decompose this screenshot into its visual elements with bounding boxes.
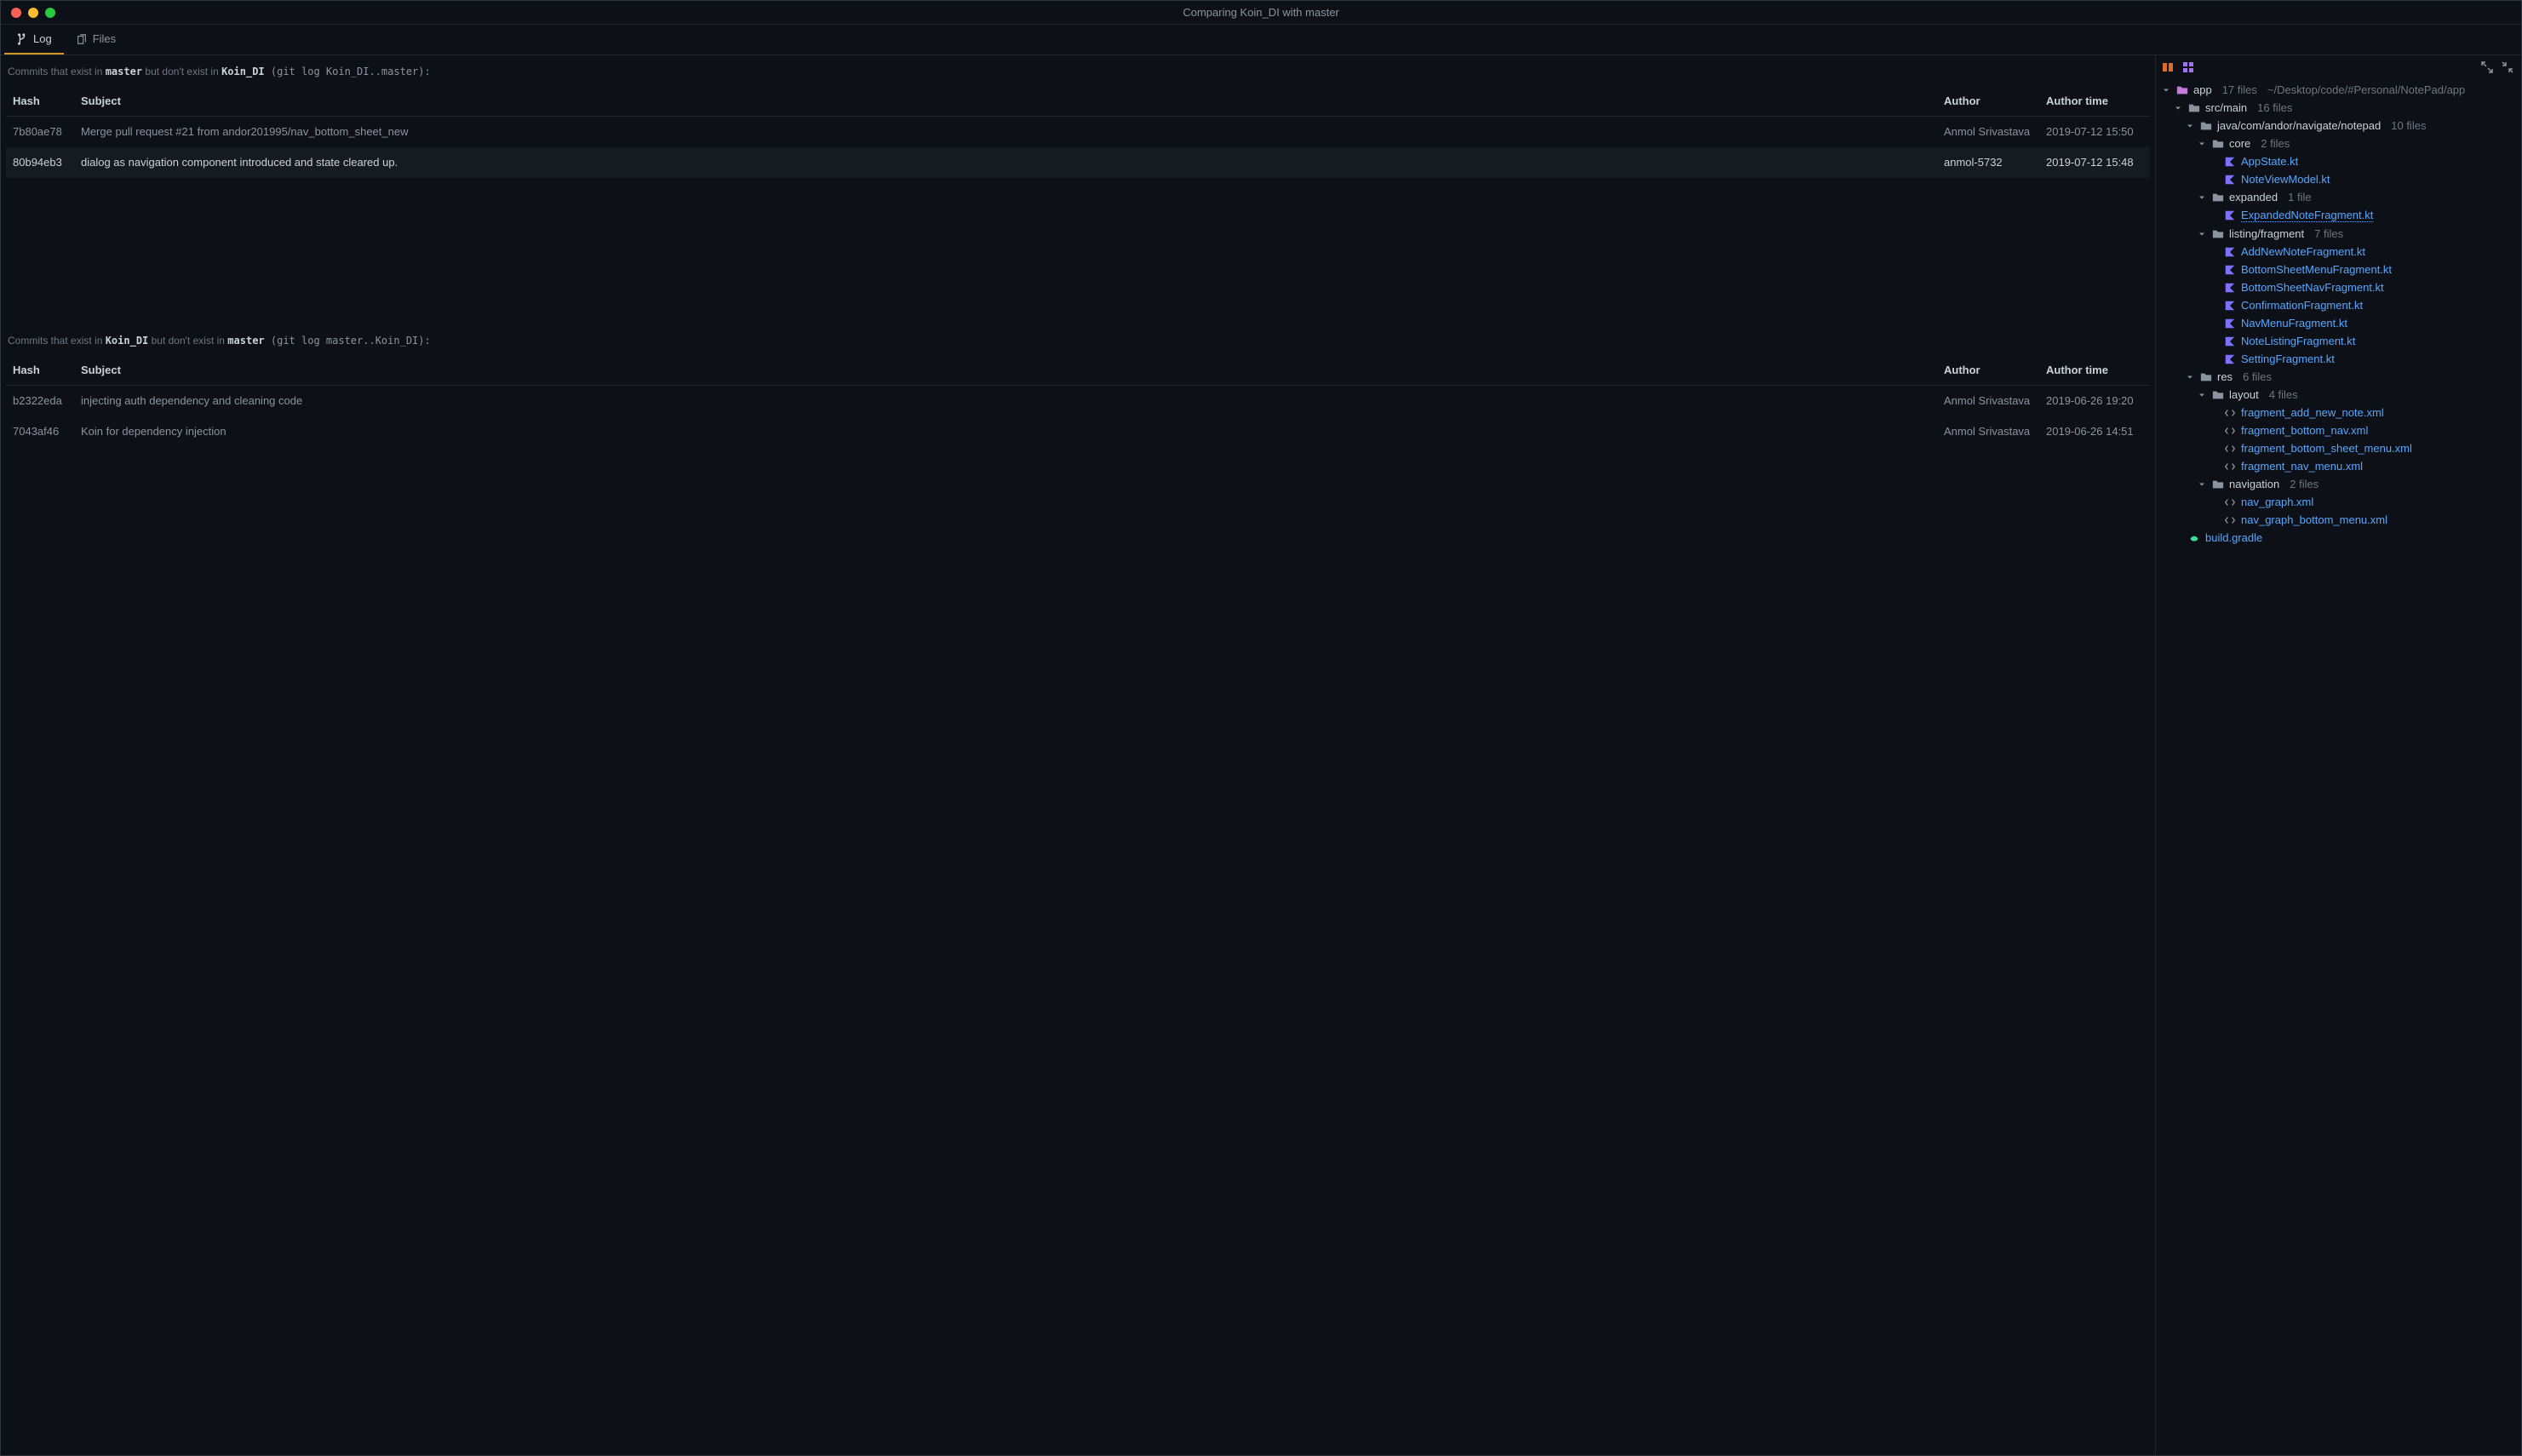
section1-desc: Commits that exist in master but don't e… (6, 62, 2150, 86)
folder-icon (2212, 138, 2224, 150)
titlebar: Comparing Koin_DI with master (1, 1, 2521, 25)
commits-table-2: Hash Subject Author Author time b2322eda… (6, 355, 2150, 447)
tree-folder-expanded[interactable]: expanded 1 file (2161, 188, 2514, 206)
tab-files-label: Files (93, 32, 116, 45)
commits-pane: Commits that exist in master but don't e… (1, 55, 2155, 1455)
tree-file[interactable]: ExpandedNoteFragment.kt (2161, 206, 2514, 225)
chevron-down-icon (2197, 479, 2207, 490)
close-window[interactable] (11, 8, 21, 18)
kotlin-icon (2224, 335, 2236, 347)
tree-file[interactable]: BottomSheetNavFragment.kt (2161, 278, 2514, 296)
folder-icon (2200, 120, 2212, 132)
chevron-down-icon (2197, 390, 2207, 400)
th-time[interactable]: Author time (2039, 86, 2150, 117)
folder-icon (2212, 389, 2224, 401)
grid-view-icon[interactable] (2181, 60, 2195, 74)
table-row[interactable]: b2322edainjecting auth dependency and cl… (6, 386, 2150, 416)
tab-log-label: Log (33, 32, 52, 45)
xml-icon (2224, 496, 2236, 508)
folder-icon (2212, 192, 2224, 203)
tree-folder-core[interactable]: core 2 files (2161, 135, 2514, 152)
section2-desc: Commits that exist in Koin_DI but don't … (6, 331, 2150, 355)
xml-icon (2224, 407, 2236, 419)
tree-folder-java[interactable]: java/com/andor/navigate/notepad 10 files (2161, 117, 2514, 135)
chevron-down-icon (2185, 372, 2195, 382)
tree-file[interactable]: fragment_bottom_sheet_menu.xml (2161, 439, 2514, 457)
tree-folder-res[interactable]: res 6 files (2161, 368, 2514, 386)
tree-file[interactable]: ConfirmationFragment.kt (2161, 296, 2514, 314)
tree-folder-app[interactable]: app 17 files ~/Desktop/code/#Personal/No… (2161, 81, 2514, 99)
th-hash[interactable]: Hash (6, 355, 74, 386)
folder-icon (2200, 371, 2212, 383)
tree-file[interactable]: NavMenuFragment.kt (2161, 314, 2514, 332)
xml-icon (2224, 461, 2236, 473)
th-time[interactable]: Author time (2039, 355, 2150, 386)
kotlin-icon (2224, 264, 2236, 276)
tree-file[interactable]: nav_graph_bottom_menu.xml (2161, 511, 2514, 529)
kotlin-icon (2224, 174, 2236, 186)
kotlin-icon (2224, 300, 2236, 312)
files-icon (76, 33, 88, 45)
window-title: Comparing Koin_DI with master (1183, 6, 1339, 19)
th-author[interactable]: Author (1937, 86, 2039, 117)
xml-icon (2224, 425, 2236, 437)
kotlin-icon (2224, 209, 2236, 221)
chevron-down-icon (2173, 103, 2183, 113)
th-subject[interactable]: Subject (74, 86, 1937, 117)
tree-file[interactable]: fragment_bottom_nav.xml (2161, 421, 2514, 439)
gradle-icon (2188, 532, 2200, 544)
kotlin-icon (2224, 353, 2236, 365)
kotlin-icon (2224, 318, 2236, 330)
kotlin-icon (2224, 282, 2236, 294)
th-hash[interactable]: Hash (6, 86, 74, 117)
tree-folder-listing[interactable]: listing/fragment 7 files (2161, 225, 2514, 243)
kotlin-icon (2224, 246, 2236, 258)
table-row[interactable]: 7b80ae78Merge pull request #21 from ando… (6, 117, 2150, 147)
tree-file[interactable]: fragment_add_new_note.xml (2161, 404, 2514, 421)
collapse-icon[interactable] (2501, 60, 2514, 74)
tree-file[interactable]: nav_graph.xml (2161, 493, 2514, 511)
tree-folder-src[interactable]: src/main 16 files (2161, 99, 2514, 117)
tree-file[interactable]: NoteViewModel.kt (2161, 170, 2514, 188)
xml-icon (2224, 443, 2236, 455)
folder-icon (2212, 228, 2224, 240)
expand-icon[interactable] (2480, 60, 2494, 74)
table-row[interactable]: 7043af46Koin for dependency injectionAnm… (6, 416, 2150, 447)
tree-folder-layout[interactable]: layout 4 files (2161, 386, 2514, 404)
commits-table-1: Hash Subject Author Author time 7b80ae78… (6, 86, 2150, 178)
folder-icon (2176, 84, 2188, 96)
folder-icon (2188, 102, 2200, 114)
th-subject[interactable]: Subject (74, 355, 1937, 386)
chevron-down-icon (2185, 121, 2195, 131)
chevron-down-icon (2197, 192, 2207, 203)
tree-file[interactable]: SettingFragment.kt (2161, 350, 2514, 368)
tree-file[interactable]: fragment_nav_menu.xml (2161, 457, 2514, 475)
chevron-down-icon (2161, 85, 2171, 95)
tree-file[interactable]: AppState.kt (2161, 152, 2514, 170)
file-tree-pane: app 17 files ~/Desktop/code/#Personal/No… (2155, 55, 2521, 1455)
maximize-window[interactable] (45, 8, 55, 18)
table-row[interactable]: 80b94eb3dialog as navigation component i… (6, 147, 2150, 178)
window-controls (11, 8, 55, 18)
tree-folder-navigation[interactable]: navigation 2 files (2161, 475, 2514, 493)
chevron-down-icon (2197, 229, 2207, 239)
tab-log[interactable]: Log (4, 25, 64, 54)
file-tree: app 17 files ~/Desktop/code/#Personal/No… (2161, 81, 2514, 547)
kotlin-icon (2224, 156, 2236, 168)
xml-icon (2224, 514, 2236, 526)
split-view-icon[interactable] (2161, 60, 2175, 74)
folder-icon (2212, 479, 2224, 490)
tree-file[interactable]: BottomSheetMenuFragment.kt (2161, 261, 2514, 278)
tree-file[interactable]: AddNewNoteFragment.kt (2161, 243, 2514, 261)
chevron-down-icon (2197, 139, 2207, 149)
tabs: Log Files (1, 25, 2521, 55)
minimize-window[interactable] (28, 8, 38, 18)
tree-file[interactable]: NoteListingFragment.kt (2161, 332, 2514, 350)
th-author[interactable]: Author (1937, 355, 2039, 386)
tree-file[interactable]: build.gradle (2161, 529, 2514, 547)
branch-icon (16, 33, 28, 45)
tab-files[interactable]: Files (64, 25, 128, 54)
